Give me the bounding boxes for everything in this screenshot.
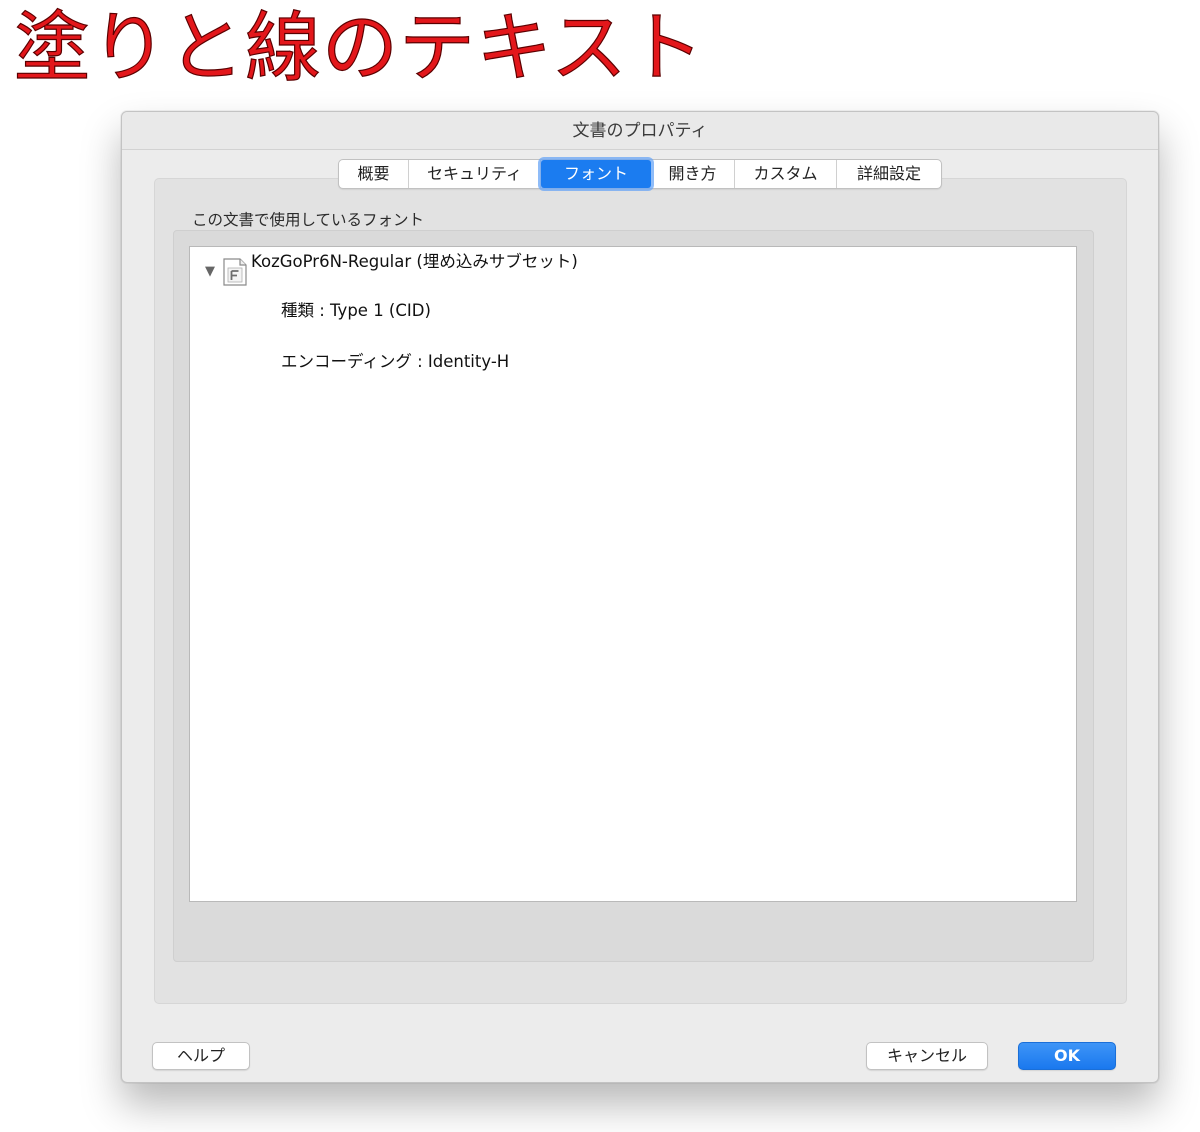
tab-summary[interactable]: 概要	[339, 160, 409, 188]
tab-custom[interactable]: カスタム	[735, 160, 837, 188]
font-file-icon	[223, 258, 247, 286]
tab-advanced[interactable]: 詳細設定	[837, 160, 941, 188]
headline-text: 塗りと線のテキスト	[13, 2, 705, 92]
tab-fonts[interactable]: フォント	[541, 160, 651, 188]
dialog-title: 文書のプロパティ	[122, 112, 1158, 150]
document-properties-dialog: 文書のプロパティ 概要 セキュリティ フォント 開き方 カスタム 詳細設定 この…	[121, 111, 1159, 1083]
section-label: この文書で使用しているフォント	[192, 211, 425, 229]
screen: 塗りと線のテキスト 文書のプロパティ 概要 セキュリティ フォント 開き方 カス…	[0, 0, 1200, 1132]
tab-bar: 概要 セキュリティ フォント 開き方 カスタム 詳細設定	[338, 159, 942, 189]
help-button[interactable]: ヘルプ	[152, 1042, 250, 1070]
ok-button[interactable]: OK	[1018, 1042, 1116, 1070]
disclosure-triangle-icon[interactable]: ▼	[202, 264, 218, 280]
font-item[interactable]: ▼ KozGoPr6N-Regular (埋め込みサブセット)	[202, 251, 578, 287]
font-encoding: エンコーディング : Identity-H	[281, 352, 510, 371]
font-name: KozGoPr6N-Regular (埋め込みサブセット)	[251, 252, 578, 271]
font-type: 種類 : Type 1 (CID)	[281, 301, 431, 320]
font-list[interactable]: ▼ KozGoPr6N-Regular (埋め込みサブセット) 種類 : Typ…	[189, 246, 1077, 902]
tab-security[interactable]: セキュリティ	[409, 160, 541, 188]
cancel-button[interactable]: キャンセル	[866, 1042, 988, 1070]
tab-open[interactable]: 開き方	[651, 160, 735, 188]
